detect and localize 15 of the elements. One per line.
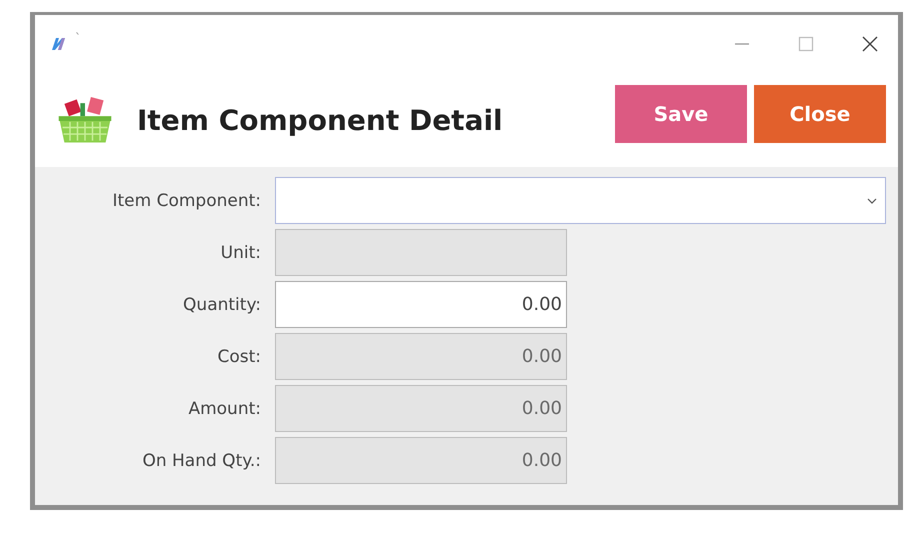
field-label: Item Component:	[111, 190, 262, 210]
save-button[interactable]: Save	[615, 85, 747, 143]
field-label: Cost:	[216, 346, 262, 366]
maximize-icon[interactable]	[798, 36, 814, 52]
close-icon[interactable]	[862, 36, 878, 52]
field-label: Unit:	[220, 242, 262, 262]
input-field[interactable]: 0.00	[275, 281, 567, 328]
field-label: On Hand Qty.:	[141, 450, 262, 470]
dialog-title: Item Component Detail	[137, 104, 503, 136]
field-label: Quantity:	[182, 294, 262, 314]
title-text: `	[75, 31, 81, 45]
dropdown-field[interactable]	[275, 177, 886, 224]
close-button[interactable]: Close	[754, 85, 886, 143]
field-label: Amount:	[187, 398, 262, 418]
chevron-down-icon	[867, 198, 877, 204]
